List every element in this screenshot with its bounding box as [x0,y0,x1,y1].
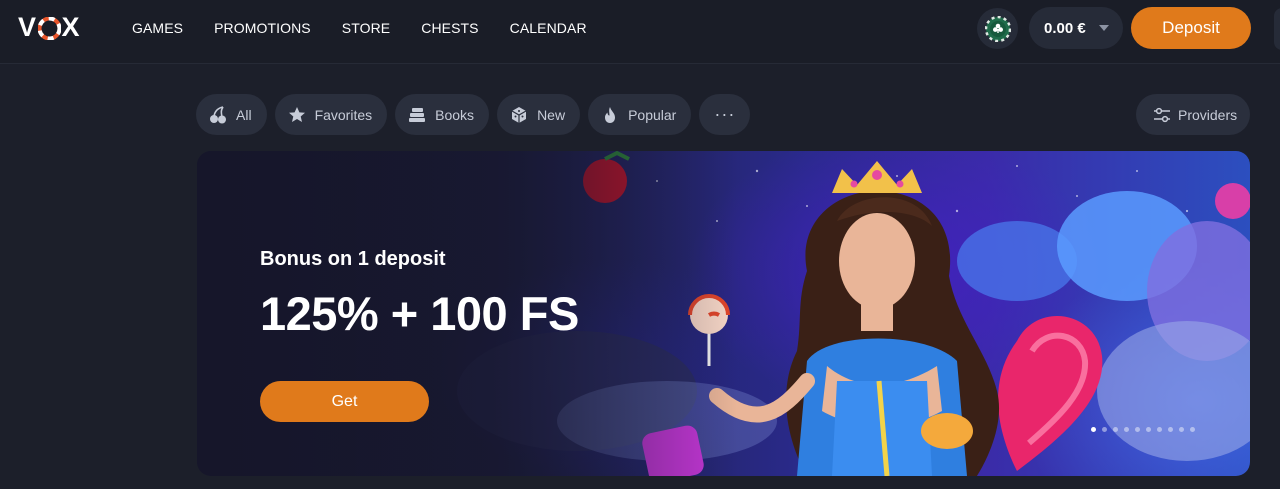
books-icon [409,107,426,122]
slider-dot[interactable] [1179,427,1184,432]
nav-calendar[interactable]: CALENDAR [510,20,587,36]
get-bonus-button[interactable]: Get [260,381,429,422]
vox-logo[interactable]: V X [18,12,80,42]
slider-dot[interactable] [1168,427,1173,432]
chip-label: Books [435,106,475,123]
nav-games[interactable]: GAMES [132,20,183,36]
sliders-icon [1154,107,1170,122]
main-nav: GAMES PROMOTIONS STORE CHESTS CALENDAR [132,0,618,56]
cherries-icon [210,105,226,123]
dice-icon [511,106,527,123]
nav-promotions[interactable]: PROMOTIONS [214,20,311,36]
slider-dot[interactable] [1091,427,1096,432]
chip-all[interactable]: All [196,94,267,135]
slider-dot[interactable] [1124,427,1129,432]
slider-dots [1091,427,1195,432]
slider-dot[interactable] [1146,427,1151,432]
logo-o-icon [37,16,62,40]
nav-chests[interactable]: CHESTS [421,20,478,36]
top-header: V X GAMES PROMOTIONS STORE CHESTS CALEND… [0,0,1280,64]
chip-books[interactable]: Books [395,94,490,135]
chevron-down-icon [1098,25,1109,31]
chip-favorites[interactable]: Favorites [274,94,388,135]
chip-label: Popular [628,106,677,123]
star-icon [288,106,305,122]
providers-button[interactable]: Providers [1136,94,1250,135]
user-menu-button[interactable] [1274,8,1280,50]
banner-subtitle: Bonus on 1 deposit [260,248,446,270]
balance-value: 0.00 € [1044,19,1086,37]
more-filters-button[interactable]: ··· [699,94,751,135]
promo-banner[interactable]: Bonus on 1 deposit 125% + 100 FS Get [197,151,1250,476]
chip-label: All [236,106,252,123]
club-button[interactable] [977,8,1018,49]
balance-dropdown[interactable]: 0.00 € [1029,7,1123,49]
flame-icon [605,106,616,123]
deposit-button[interactable]: Deposit [1131,7,1251,49]
club-chip-icon [984,15,1011,42]
more-dots-icon: ··· [714,104,736,124]
category-filters: All Favorites Books New Popular ··· [196,94,758,135]
banner-headline: 125% + 100 FS [260,287,579,340]
chip-label: Favorites [314,106,373,123]
nav-store[interactable]: STORE [342,20,390,36]
chip-popular[interactable]: Popular [588,94,692,135]
slider-dot[interactable] [1135,427,1140,432]
slider-dot[interactable] [1157,427,1162,432]
providers-label: Providers [1178,106,1238,123]
chip-new[interactable]: New [497,94,581,135]
chip-label: New [537,106,566,123]
slider-dot[interactable] [1113,427,1118,432]
slider-dot[interactable] [1190,427,1195,432]
slider-dot[interactable] [1102,427,1107,432]
